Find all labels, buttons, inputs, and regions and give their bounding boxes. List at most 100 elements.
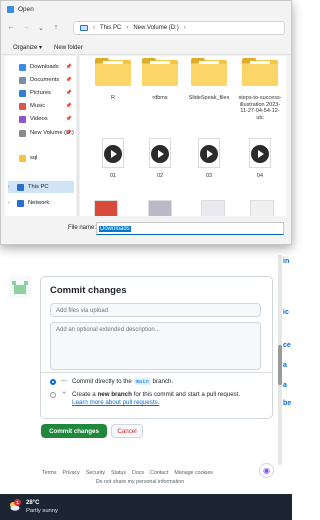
footer-link[interactable]: Docs (132, 470, 144, 476)
up-icon[interactable]: ↑ (52, 24, 60, 31)
expand-chevron-icon[interactable]: › (8, 200, 13, 206)
video-play-icon (146, 138, 174, 170)
new-folder-button[interactable]: New folder (54, 45, 83, 51)
folder-icon (95, 58, 131, 86)
breadcrumb-separator: › (183, 25, 186, 31)
file-name: 04 (256, 173, 264, 179)
folder-icon (191, 58, 227, 86)
file-name: 02 (156, 173, 164, 179)
sidebar-item[interactable]: Downloads 📌 (8, 61, 74, 73)
option-text: Commit directly to the (72, 378, 132, 385)
drive-icon (19, 129, 26, 137)
breadcrumb-drive[interactable]: New Volume (D:) (133, 25, 178, 31)
weather-temperature[interactable]: 28°C (26, 500, 39, 506)
folder-icon (142, 58, 178, 86)
dialog-titlebar: Open (1, 1, 291, 17)
sidebar-item[interactable]: › Network (8, 197, 74, 209)
sidebar-item[interactable]: Documents 📌 (8, 74, 74, 86)
footer-link[interactable]: Terms (42, 470, 56, 476)
commit-summary-input[interactable]: Add files via upload (50, 303, 261, 317)
commit-description-input[interactable]: Add an optional extended description... (50, 322, 261, 370)
branch-name: main (133, 378, 151, 385)
footer-link[interactable]: Contact (150, 470, 168, 476)
weather-condition[interactable]: Partly sunny (26, 508, 58, 514)
video-play-icon (246, 138, 274, 170)
breadcrumb-this-pc[interactable]: This PC (100, 25, 121, 31)
app-icon (7, 5, 14, 13)
video-file-item[interactable]: 03 (186, 138, 232, 180)
address-bar[interactable]: › This PC › New Volume (D:) › (73, 21, 285, 35)
pdf-file-icon[interactable] (94, 200, 118, 216)
new-branch-option[interactable]: ⑂ Create a new branch for this commit an… (50, 391, 265, 407)
forward-icon[interactable]: → (22, 24, 30, 31)
image-thumbnail-icon[interactable] (250, 200, 274, 216)
commit-changes-panel: Commit changes Add files via upload Add … (40, 276, 273, 419)
new-branch-radio[interactable] (50, 392, 56, 398)
file-name: 01 (109, 173, 117, 179)
file-name-input[interactable]: Downloads (96, 222, 284, 235)
sidebar-item[interactable]: Videos 📌 (8, 113, 74, 125)
folder-item[interactable]: R (90, 58, 136, 102)
copilot-icon[interactable]: ◉ (259, 463, 274, 478)
video-file-item[interactable]: 01 (90, 138, 136, 180)
side-text-fragment: ce (283, 342, 291, 349)
divider (41, 372, 272, 373)
sidebar-item[interactable]: › This PC (8, 181, 74, 193)
page-scrollbar[interactable] (278, 255, 282, 465)
breadcrumb-separator: › (126, 25, 129, 31)
commit-changes-button[interactable]: Commit changes (41, 424, 107, 438)
pin-icon: 📌 (65, 64, 72, 70)
option-text: for this commit and start a pull request… (133, 391, 241, 398)
sidebar-item-label: Network (28, 200, 50, 206)
avatar-icon (9, 276, 31, 298)
recent-locations-icon[interactable]: ⌄ (37, 24, 45, 32)
download-icon (19, 63, 26, 71)
expand-chevron-icon[interactable]: › (8, 184, 13, 190)
pane-splitter[interactable] (77, 56, 79, 216)
commit-direct-radio[interactable] (50, 379, 56, 385)
file-list: Rrdbms SlideSpeak_files steps-to-success-i… (80, 56, 286, 216)
sidebar-item[interactable]: Pictures 📌 (8, 87, 74, 99)
option-text-bold: new branch (97, 391, 132, 398)
footer-link[interactable]: Manage cookies (174, 470, 213, 476)
dialog-toolbar: Organize ▾ New folder (1, 41, 291, 55)
this-pc-icon (17, 183, 24, 191)
pin-icon: 📌 (65, 77, 72, 83)
scrollbar-thumb[interactable] (278, 345, 282, 385)
video-file-item[interactable]: 02 (137, 138, 183, 180)
back-icon[interactable]: ← (7, 24, 15, 31)
commit-direct-option[interactable]: -◦- Commit directly to the main branch. (50, 378, 173, 385)
file-name: SlideSpeak_files (188, 95, 230, 101)
image-thumbnail-icon[interactable] (201, 200, 225, 216)
footer-link[interactable]: Status (111, 470, 126, 476)
learn-more-link[interactable]: Learn more about pull requests. (72, 399, 159, 406)
video-file-item[interactable]: 04 (237, 138, 283, 180)
videos-icon (19, 115, 26, 123)
commit-icon: -◦- (60, 378, 68, 384)
network-icon (17, 199, 24, 207)
folder-item[interactable]: SlideSpeak_files (186, 58, 232, 102)
sidebar-item[interactable]: sql (8, 152, 74, 164)
file-name: R (111, 95, 115, 101)
sidebar-item-label: Videos (30, 116, 48, 122)
video-play-icon (195, 138, 223, 170)
footer-privacy-link[interactable]: Do not share my personal information (0, 479, 280, 485)
documents-icon (19, 76, 26, 84)
sidebar-item-label: sql (30, 155, 38, 161)
this-pc-icon (80, 25, 88, 31)
folder-item[interactable]: steps-to-success-illustration 2023-11-27… (237, 58, 283, 121)
folder-icon (242, 58, 278, 86)
option-text: Create a (72, 391, 96, 398)
cancel-button[interactable]: Cancel (111, 424, 143, 438)
footer-link[interactable]: Privacy (62, 470, 79, 476)
side-text-fragment: in (283, 258, 290, 265)
footer-link[interactable]: Security (86, 470, 105, 476)
pin-icon: 📌 (65, 90, 72, 96)
sidebar-item[interactable]: Music 📌 (8, 100, 74, 112)
organize-menu[interactable]: Organize ▾ (13, 44, 42, 51)
folder-item[interactable]: rdbms (137, 58, 183, 102)
sidebar-item-label: This PC (28, 184, 49, 190)
image-thumbnail-icon[interactable] (148, 200, 172, 216)
sidebar-item[interactable]: New Volume (D:) 📌 (8, 127, 74, 139)
pin-icon: 📌 (65, 130, 72, 136)
